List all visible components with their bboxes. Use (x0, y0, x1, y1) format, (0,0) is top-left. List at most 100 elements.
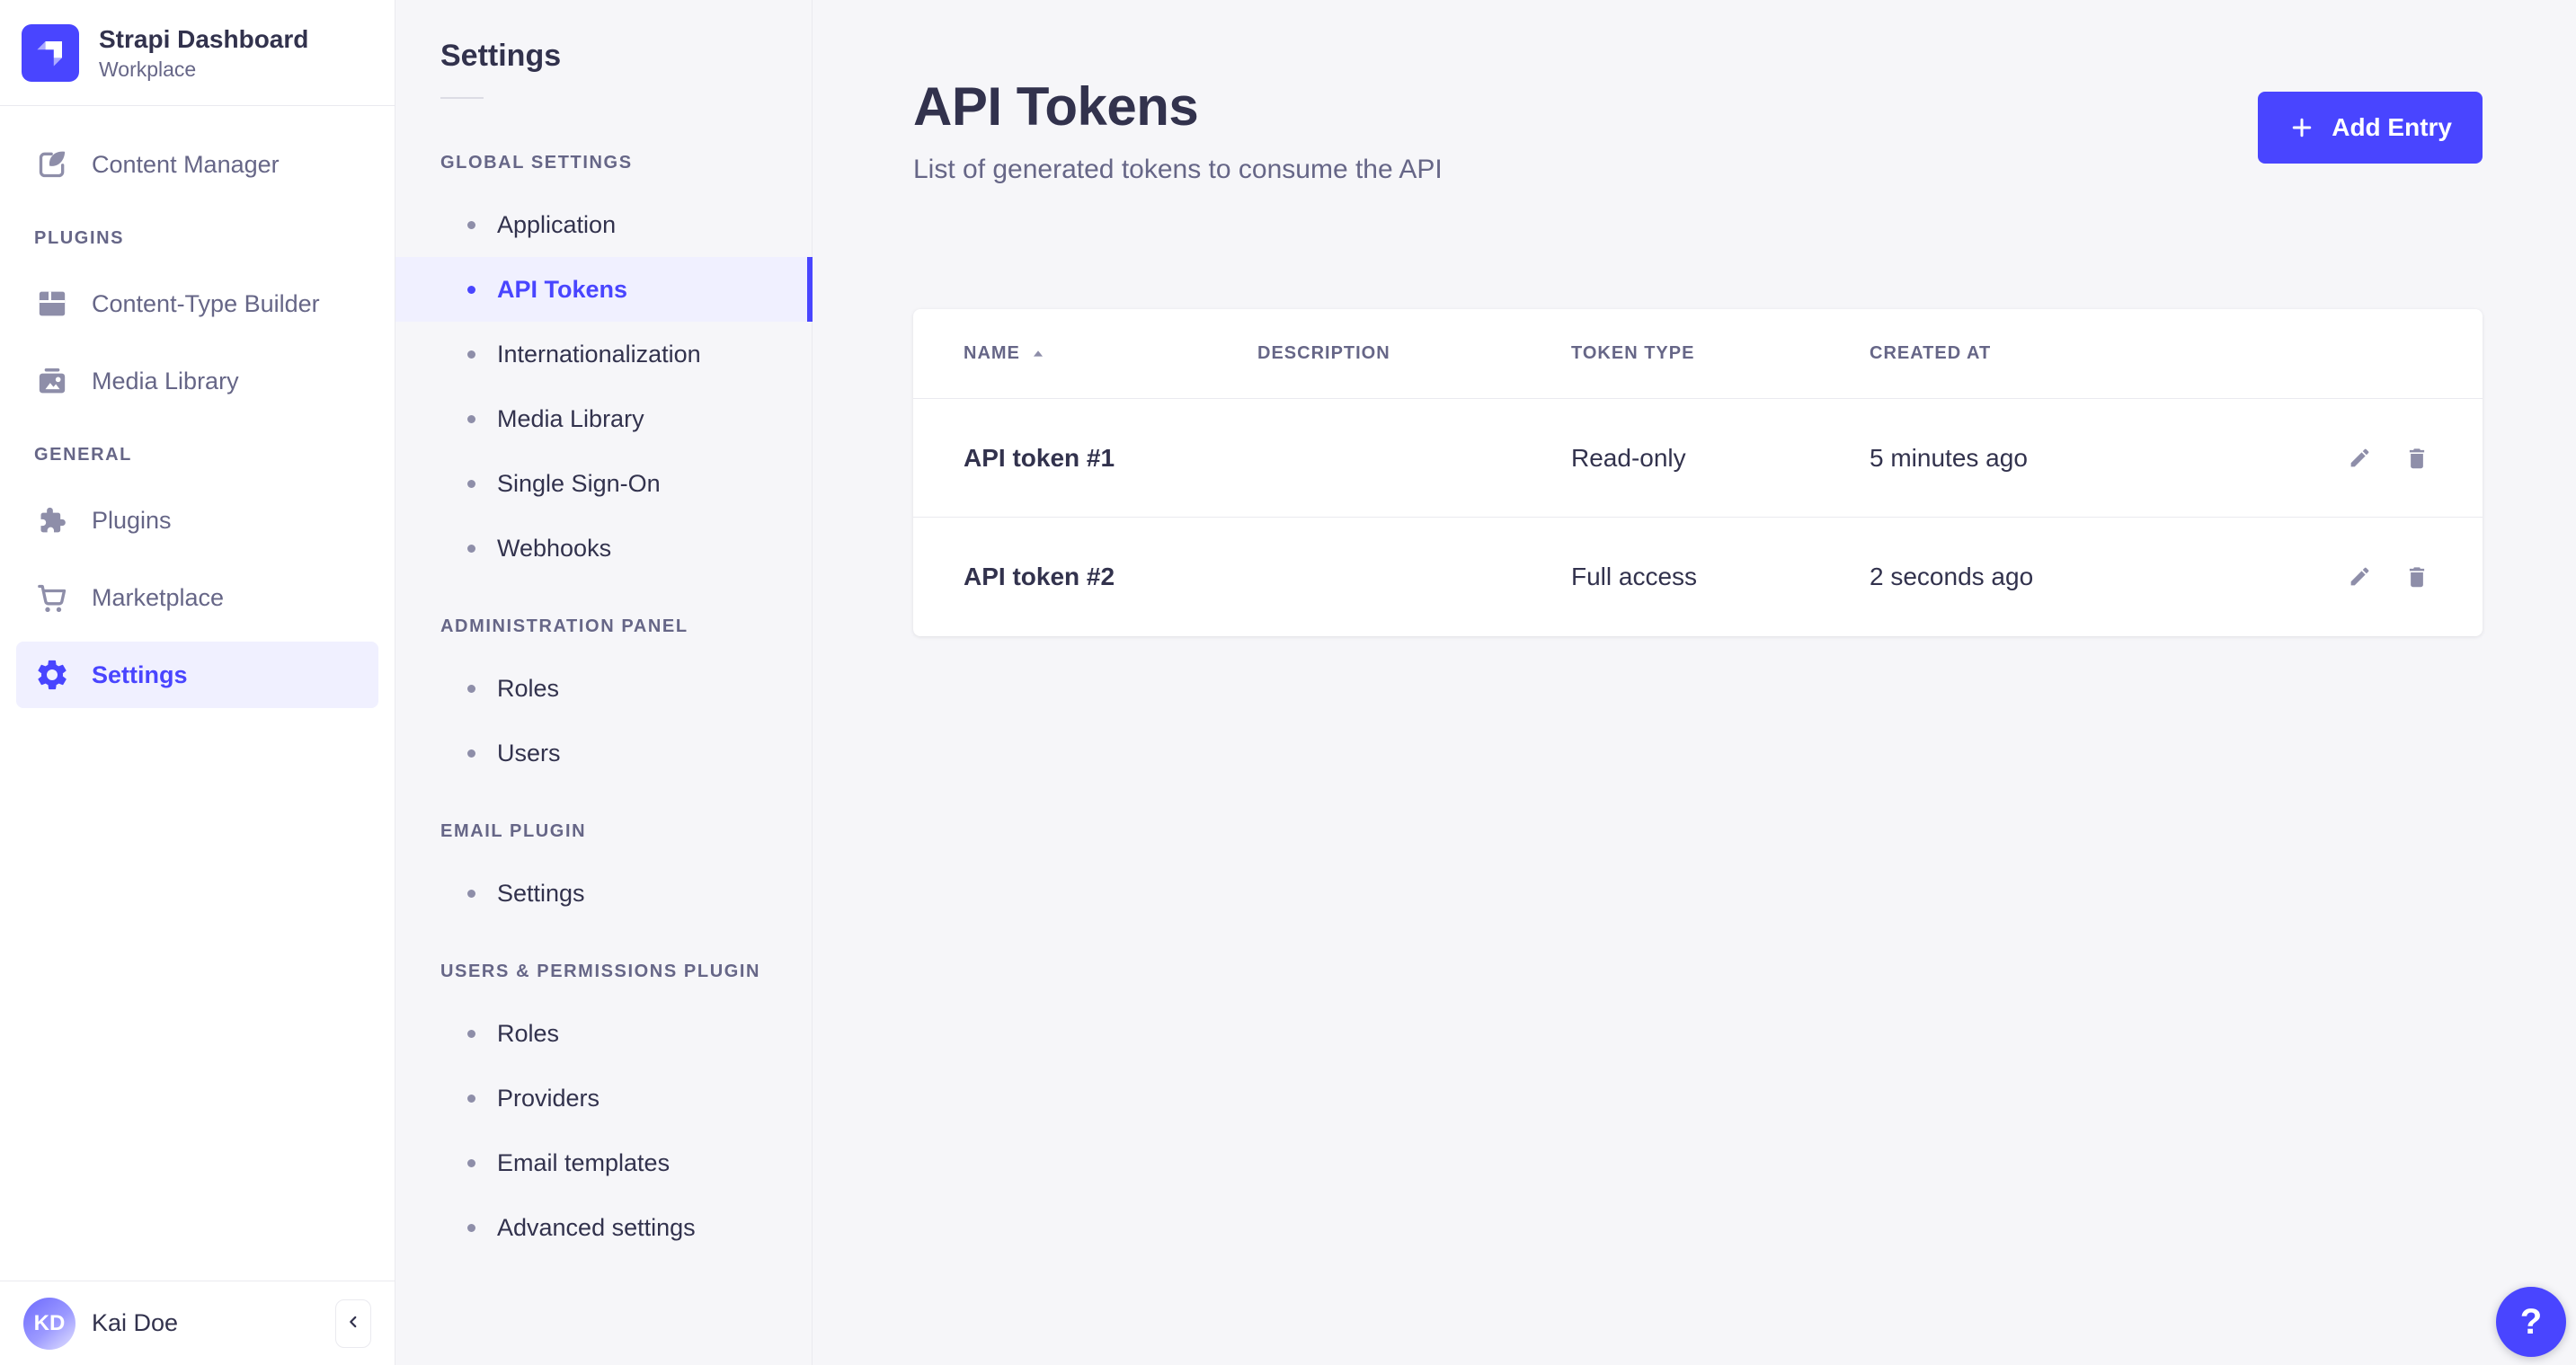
bullet-icon (467, 286, 475, 294)
subnav-item-providers[interactable]: Providers (395, 1066, 812, 1130)
table-row: API token #1 Read-only 5 minutes ago (913, 399, 2483, 518)
token-type: Read-only (1571, 444, 1870, 473)
bullet-icon (467, 221, 475, 229)
workspace-name: Workplace (99, 58, 308, 82)
sidebar-item-label: Settings (92, 661, 188, 689)
subnav-section-users-permissions: USERS & PERMISSIONS PLUGIN Roles Provide… (395, 962, 812, 1260)
gear-icon (34, 657, 70, 693)
sidebar-section-plugins: PLUGINS (34, 228, 378, 249)
token-created-at: 2 seconds ago (1870, 563, 2297, 591)
table-row: API token #2 Full access 2 seconds ago (913, 518, 2483, 636)
column-header-created-at: CREATED AT (1870, 343, 2297, 364)
subnav-section-global-settings: GLOBAL SETTINGS Application API Tokens I… (395, 153, 812, 581)
subnav-item-single-sign-on[interactable]: Single Sign-On (395, 451, 812, 516)
sidebar-item-label: Plugins (92, 507, 172, 535)
strapi-logo-icon (22, 24, 79, 82)
edit-token-button[interactable] (2344, 443, 2375, 474)
subnav-item-webhooks[interactable]: Webhooks (395, 516, 812, 581)
bullet-icon (467, 545, 475, 553)
subnav-item-label: Internationalization (497, 341, 701, 368)
divider (440, 97, 484, 99)
subnav-item-label: Application (497, 211, 616, 239)
sidebar-item-marketplace[interactable]: Marketplace (16, 564, 378, 631)
subnav-item-up-roles[interactable]: Roles (395, 1001, 812, 1066)
puzzle-icon (34, 502, 70, 538)
column-header-name[interactable]: NAME (964, 343, 1257, 364)
subnav-item-api-tokens[interactable]: API Tokens (395, 257, 812, 322)
bullet-icon (467, 350, 475, 359)
sidebar-footer: KD Kai Doe (0, 1281, 395, 1365)
sidebar-item-settings[interactable]: Settings (16, 642, 378, 708)
pencil-icon (2346, 445, 2373, 472)
bullet-icon (467, 1095, 475, 1103)
subnav-title: Settings (395, 38, 812, 74)
main-sidebar: Strapi Dashboard Workplace Content Manag… (0, 0, 395, 1365)
sidebar-item-content-type-builder[interactable]: Content-Type Builder (16, 270, 378, 337)
subnav-section-label: ADMINISTRATION PANEL (395, 616, 812, 638)
subnav-item-internationalization[interactable]: Internationalization (395, 322, 812, 386)
subnav-item-email-templates[interactable]: Email templates (395, 1130, 812, 1195)
add-entry-button[interactable]: Add Entry (2258, 92, 2483, 164)
bullet-icon (467, 415, 475, 423)
table-header-row: NAME DESCRIPTION TOKEN TYPE CREATED AT (913, 309, 2483, 399)
bullet-icon (467, 1159, 475, 1167)
token-type: Full access (1571, 563, 1870, 591)
subnav-item-label: Users (497, 740, 561, 767)
token-created-at: 5 minutes ago (1870, 444, 2297, 473)
sidebar-item-media-library[interactable]: Media Library (16, 348, 378, 414)
sidebar-item-plugins[interactable]: Plugins (16, 487, 378, 554)
cart-icon (34, 580, 70, 616)
subnav-section-label: EMAIL PLUGIN (395, 821, 812, 843)
subnav-item-email-settings[interactable]: Settings (395, 861, 812, 926)
avatar[interactable]: KD (23, 1298, 76, 1350)
subnav-item-admin-roles[interactable]: Roles (395, 656, 812, 721)
feather-icon (34, 146, 70, 182)
column-header-token-type: TOKEN TYPE (1571, 343, 1870, 364)
brand-home-link[interactable]: Strapi Dashboard Workplace (0, 0, 395, 105)
image-icon (34, 363, 70, 399)
subnav-section-email-plugin: EMAIL PLUGIN Settings (395, 821, 812, 926)
subnav-item-label: Roles (497, 675, 559, 703)
settings-subnav: Settings GLOBAL SETTINGS Application API… (395, 0, 813, 1365)
delete-token-button[interactable] (2402, 562, 2432, 592)
add-entry-label: Add Entry (2332, 113, 2452, 142)
subnav-item-media-library[interactable]: Media Library (395, 386, 812, 451)
pencil-icon (2346, 563, 2373, 590)
subnav-item-label: Providers (497, 1085, 600, 1112)
subnav-item-label: Settings (497, 880, 585, 908)
bullet-icon (467, 1224, 475, 1232)
subnav-item-advanced-settings[interactable]: Advanced settings (395, 1195, 812, 1260)
sidebar-item-label: Media Library (92, 368, 239, 395)
token-name: API token #1 (964, 444, 1257, 473)
subnav-item-label: Single Sign-On (497, 470, 661, 498)
subnav-item-label: Email templates (497, 1149, 670, 1177)
sort-asc-icon (1031, 347, 1045, 361)
tokens-table-card: NAME DESCRIPTION TOKEN TYPE CREATED AT A… (913, 309, 2483, 636)
main-content: API Tokens List of generated tokens to c… (813, 0, 2576, 1365)
subnav-item-label: Media Library (497, 405, 644, 433)
delete-token-button[interactable] (2402, 443, 2432, 474)
column-header-description: DESCRIPTION (1257, 343, 1571, 364)
page-title: API Tokens (913, 77, 1443, 137)
subnav-item-admin-users[interactable]: Users (395, 721, 812, 785)
page-subtitle: List of generated tokens to consume the … (913, 155, 1443, 185)
subnav-item-application[interactable]: Application (395, 192, 812, 257)
sidebar-item-content-manager[interactable]: Content Manager (16, 131, 378, 198)
bullet-icon (467, 890, 475, 898)
layout-grid-icon (34, 286, 70, 322)
trash-icon (2403, 563, 2430, 590)
sidebar-item-label: Marketplace (92, 584, 224, 612)
bullet-icon (467, 749, 475, 758)
bullet-icon (467, 480, 475, 488)
page-header: API Tokens List of generated tokens to c… (913, 77, 2483, 185)
user-name: Kai Doe (92, 1309, 319, 1337)
help-button[interactable]: ? (2496, 1287, 2566, 1357)
token-name: API token #2 (964, 563, 1257, 591)
collapse-sidebar-button[interactable] (335, 1299, 371, 1348)
edit-token-button[interactable] (2344, 562, 2375, 592)
sidebar-nav: Content Manager PLUGINS Content-Type Bui… (0, 106, 395, 1281)
app-title: Strapi Dashboard (99, 23, 308, 55)
subnav-section-label: USERS & PERMISSIONS PLUGIN (395, 962, 812, 983)
plus-icon (2288, 114, 2315, 141)
sidebar-section-general: GENERAL (34, 445, 378, 465)
